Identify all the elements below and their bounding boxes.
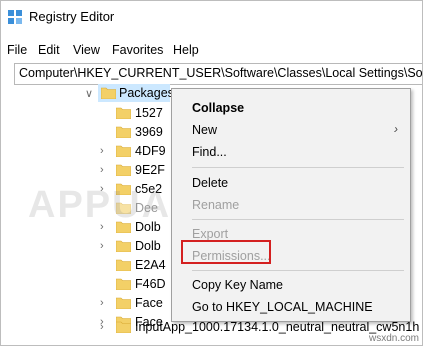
- menu-help[interactable]: Help: [173, 43, 199, 57]
- tree-node-label: E2A4: [135, 258, 166, 272]
- folder-open-icon: [101, 87, 116, 99]
- permissions-highlight-box: [181, 240, 271, 264]
- window-title: Registry Editor: [29, 9, 115, 24]
- tree-node[interactable]: › Dolb: [100, 237, 171, 257]
- title-bar: Registry Editor: [1, 1, 422, 33]
- menu-item-copy-key-name[interactable]: Copy Key Name: [172, 275, 410, 295]
- regedit-icon: [8, 10, 22, 24]
- menu-separator: [192, 270, 404, 271]
- menu-file[interactable]: File: [7, 43, 27, 57]
- tree-node-label: Dolb: [135, 239, 161, 253]
- menu-bar: File Edit View Favorites Help: [1, 41, 422, 61]
- menu-item-find[interactable]: Find...: [172, 142, 410, 162]
- folder-icon: [116, 164, 131, 176]
- tree-node-label: 4DF9: [135, 144, 166, 158]
- tree-node-label: InputApp_1000.17134.1.0_neutral_neutral_…: [135, 320, 420, 334]
- tree-node[interactable]: › Face: [100, 294, 171, 314]
- folder-icon: [116, 107, 131, 119]
- tree-node[interactable]: › 9E2F: [100, 161, 171, 181]
- tree-node-label: 3969: [135, 125, 163, 139]
- menu-item-delete[interactable]: Delete: [172, 173, 410, 193]
- tree-node-label: 9E2F: [135, 163, 165, 177]
- chevron-right-icon: ›: [394, 122, 398, 136]
- expand-right-icon[interactable]: ›: [100, 321, 110, 333]
- folder-icon: [116, 278, 131, 290]
- tree-node-label: 1527: [135, 106, 163, 120]
- menu-view[interactable]: View: [73, 43, 100, 57]
- folder-icon: [116, 126, 131, 138]
- tree-node-packages[interactable]: ∨ Packages: [85, 84, 175, 104]
- menu-separator: [192, 219, 404, 220]
- folder-icon: [116, 145, 131, 157]
- folder-icon: [116, 297, 131, 309]
- tree-node[interactable]: › 4DF9: [100, 142, 171, 162]
- folder-icon: [116, 321, 131, 333]
- tree-node[interactable]: E2A4: [100, 256, 171, 276]
- tree-node[interactable]: 3969: [100, 123, 171, 143]
- tree-node-label: Face: [135, 296, 163, 310]
- menu-edit[interactable]: Edit: [38, 43, 60, 57]
- context-menu: Collapse New › Find... Delete Rename Expo…: [171, 88, 411, 322]
- folder-icon: [116, 259, 131, 271]
- expand-right-icon[interactable]: ›: [100, 164, 110, 176]
- credit-text: wsxdn.com: [368, 333, 419, 344]
- address-path: Computer\HKEY_CURRENT_USER\Software\Clas…: [19, 66, 423, 80]
- tree-node[interactable]: F46D: [100, 275, 171, 295]
- expand-right-icon[interactable]: ›: [100, 240, 110, 252]
- menu-favorites[interactable]: Favorites: [112, 43, 163, 57]
- folder-icon: [116, 240, 131, 252]
- tree-node[interactable]: 1527: [100, 104, 171, 124]
- menu-item-goto-hklm[interactable]: Go to HKEY_LOCAL_MACHINE: [172, 297, 410, 317]
- menu-item-new[interactable]: New ›: [172, 120, 410, 140]
- expand-down-icon[interactable]: ∨: [85, 87, 95, 100]
- menu-separator: [192, 167, 404, 168]
- tree-node-label: Packages: [119, 86, 174, 100]
- address-bar[interactable]: Computer\HKEY_CURRENT_USER\Software\Clas…: [14, 63, 423, 85]
- menu-item-rename[interactable]: Rename: [172, 195, 410, 215]
- tree-node-label: F46D: [135, 277, 166, 291]
- expand-right-icon[interactable]: ›: [100, 297, 110, 309]
- menu-item-collapse[interactable]: Collapse: [172, 98, 410, 118]
- expand-right-icon[interactable]: ›: [100, 145, 110, 157]
